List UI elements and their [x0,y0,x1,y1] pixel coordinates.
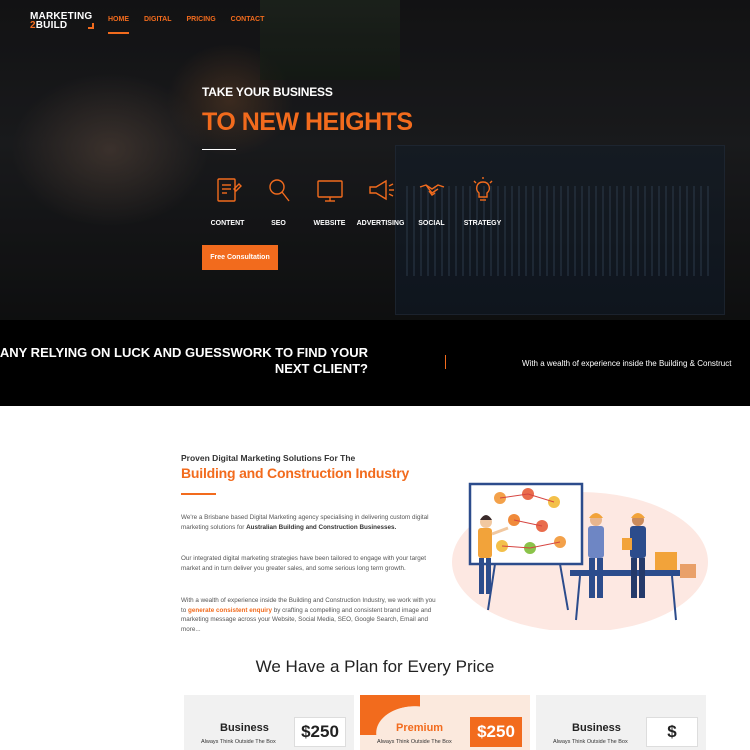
plan-tagline: Always Think Outside The Box [553,739,628,745]
about-title: Building and Construction Industry [181,465,410,481]
service-strategy[interactable]: STRATEGY [457,175,508,227]
hero-subtitle: TAKE YOUR BUSINESS [202,85,333,99]
strategy-icon [473,177,492,201]
service-seo[interactable]: SEO [253,175,304,227]
construction-team-illustration [452,482,708,630]
plan-name: Business [572,722,621,734]
plan-price: $250 [470,717,522,747]
plan-tagline: Always Think Outside The Box [201,739,276,745]
brand-logo[interactable]: MARKETING 2BUILD [30,12,94,31]
hero-section: MARKETING 2BUILD HOME DIGITAL PRICING CO… [0,0,750,320]
hero-title: TO NEW HEIGHTS [202,108,413,136]
ticker-message: With a wealth of experience inside the B… [522,359,732,368]
ticker-bar: ANY RELYING ON LUCK AND GUESSWORK TO FIN… [0,320,750,406]
about-divider [181,493,216,495]
free-consultation-button[interactable]: Free Consultation [202,245,278,270]
content-icon [216,178,242,202]
advertising-icon [368,179,394,201]
about-pretitle: Proven Digital Marketing Solutions For T… [181,453,356,463]
social-icon [419,184,444,196]
plan-card-business[interactable]: Business Always Think Outside The Box $2… [184,695,354,750]
hero-divider [202,149,236,150]
about-paragraph-2: Our integrated digital marketing strateg… [181,555,427,572]
service-website[interactable]: WEBSITE [304,175,355,227]
plan-price: $ [646,717,698,747]
about-paragraph-1: We're a Brisbane based Digital Marketing… [181,514,429,531]
plan-price: $250 [294,717,346,747]
nav-pricing[interactable]: PRICING [186,16,215,34]
plan-card-premium[interactable]: Premium Always Think Outside The Box $25… [360,695,530,750]
ticker-separator [445,355,446,369]
logo-corner-mark [88,23,94,29]
ticker-question: ANY RELYING ON LUCK AND GUESSWORK TO FIN… [0,345,368,376]
plan-tagline: Always Think Outside The Box [377,739,452,745]
main-nav: HOME DIGITAL PRICING CONTACT [108,16,264,34]
pricing-title: We Have a Plan for Every Price [255,657,495,676]
plan-name: Premium [396,722,444,734]
plan-name: Business [220,722,269,734]
nav-contact[interactable]: CONTACT [231,16,265,34]
service-content[interactable]: CONTENT [202,175,253,227]
service-advertising[interactable]: ADVERTISING [355,175,406,227]
plan-card-business-2[interactable]: Business Always Think Outside The Box $ [536,695,706,750]
nav-home[interactable]: HOME [108,16,129,34]
services-list: CONTENT SEO WEBSITE ADVERTISING SOCIAL S… [202,175,508,227]
nav-digital[interactable]: DIGITAL [144,16,171,34]
about-paragraph-3: With a wealth of experience inside the B… [181,597,436,633]
service-social[interactable]: SOCIAL [406,175,457,227]
website-icon [316,180,343,202]
seo-icon [268,179,290,202]
